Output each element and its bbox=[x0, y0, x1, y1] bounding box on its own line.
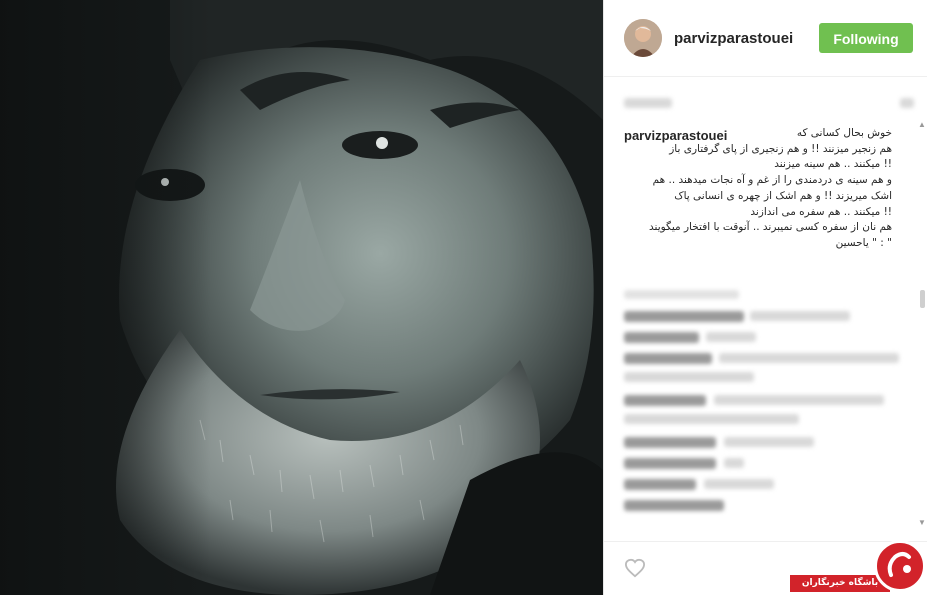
post-meta-blurred bbox=[624, 95, 914, 111]
avatar[interactable] bbox=[624, 19, 662, 57]
watermark-badge bbox=[874, 540, 926, 592]
post-caption: parvizparastouei خوش بحال کسانی که هم زن… bbox=[624, 126, 892, 252]
list-item bbox=[624, 327, 914, 348]
list-item bbox=[624, 390, 914, 411]
list-item bbox=[624, 495, 914, 516]
avatar-image bbox=[624, 19, 662, 57]
caption-line: !! میکنند .. هم سفره می اندازند bbox=[750, 205, 892, 218]
watermark-logo: باشگاه خبرنگاران bbox=[790, 538, 927, 595]
heart-icon[interactable] bbox=[624, 558, 646, 578]
scroll-down-arrow-icon[interactable]: ▼ bbox=[918, 518, 926, 527]
post-side-panel: parvizparastouei Following parvizparasto… bbox=[603, 0, 927, 595]
caption-line: اشک میریزند !! و هم اشک از چهره ی انسانی… bbox=[674, 189, 892, 202]
watermark-text: باشگاه خبرنگاران bbox=[790, 575, 890, 592]
comments-list-blurred bbox=[624, 285, 914, 516]
scroll-up-arrow-icon[interactable]: ▲ bbox=[918, 120, 926, 129]
header-username[interactable]: parvizparastouei bbox=[674, 30, 793, 47]
caption-line: هم نان از سفره کسی نمیبرند .. آنوقت با ا… bbox=[649, 221, 892, 234]
list-item bbox=[624, 348, 914, 369]
scrollbar-thumb[interactable] bbox=[920, 290, 925, 308]
caption-line: هم زنجیر میزنند !! و هم زنجیری از پای گر… bbox=[669, 142, 892, 155]
post-header: parvizparastouei Following bbox=[604, 0, 927, 77]
list-item bbox=[624, 369, 914, 390]
load-more-comments[interactable] bbox=[624, 285, 914, 306]
comments-scrollbar[interactable]: ▲ ▼ bbox=[918, 120, 926, 530]
post-photo[interactable] bbox=[0, 0, 603, 595]
list-item bbox=[624, 432, 914, 453]
list-item bbox=[624, 411, 914, 432]
following-button[interactable]: Following bbox=[819, 23, 913, 53]
list-item bbox=[624, 306, 914, 327]
portrait-image bbox=[0, 0, 603, 595]
list-item bbox=[624, 453, 914, 474]
list-item bbox=[624, 474, 914, 495]
caption-line: " : " یاحسین bbox=[835, 236, 892, 249]
caption-line: و هم سینه ی دردمندی را از غم و آه نجات م… bbox=[652, 174, 892, 187]
caption-line: !! میکنند .. هم سینه میزنند bbox=[774, 158, 892, 171]
